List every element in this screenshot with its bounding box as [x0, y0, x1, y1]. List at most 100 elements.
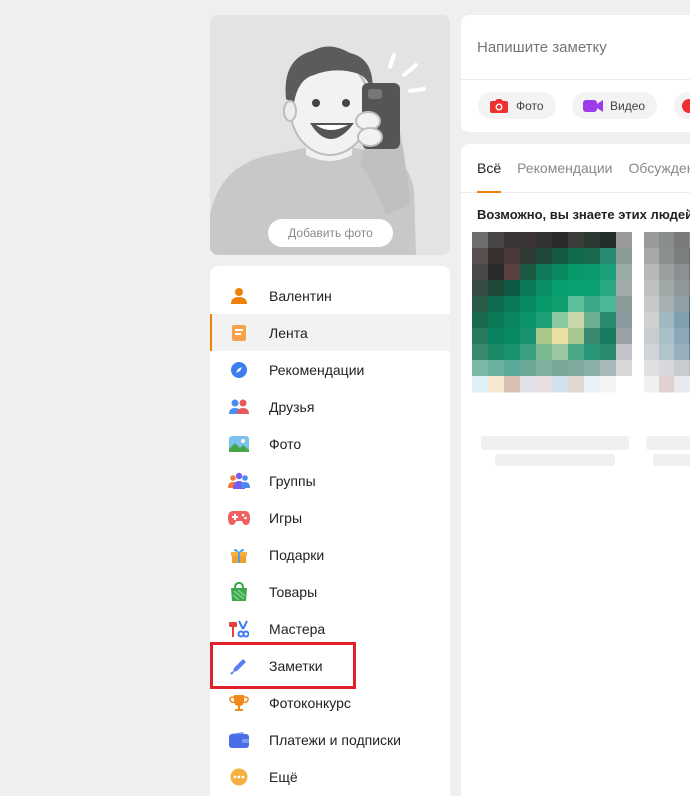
- sidebar-item-games[interactable]: Игры: [210, 499, 450, 536]
- sidebar-item-more[interactable]: Ещё: [210, 758, 450, 795]
- mosaic-tile: [674, 312, 690, 329]
- mosaic-tile: [552, 264, 569, 281]
- mosaic-tile: [504, 296, 521, 313]
- mosaic-tile: [520, 360, 537, 377]
- mosaic-tile: [644, 344, 660, 361]
- more-actions-button[interactable]: [674, 92, 690, 119]
- mosaic-tile: [659, 328, 675, 345]
- mosaic-tile: [536, 328, 553, 345]
- sidebar-item-photos[interactable]: Фото: [210, 425, 450, 462]
- mosaic-tile: [472, 376, 489, 393]
- wallet-icon: [228, 729, 250, 751]
- mosaic-tile: [568, 360, 585, 377]
- tab-all[interactable]: Всё: [477, 144, 502, 193]
- sidebar-item-goods[interactable]: Товары: [210, 573, 450, 610]
- sidebar-item-label: Мастера: [269, 620, 326, 637]
- mosaic-tile: [520, 232, 537, 249]
- mosaic-tile: [472, 280, 489, 297]
- mosaic-tile: [568, 296, 585, 313]
- sidebar-item-label: Рекомендации: [269, 361, 365, 378]
- mosaic-tile: [472, 248, 489, 265]
- mosaic-tile: [659, 376, 675, 393]
- tab-discussions[interactable]: Обсуждения: [628, 144, 690, 192]
- more-actions-icon: [682, 98, 690, 113]
- tab-recommendations[interactable]: Рекомендации: [517, 144, 612, 192]
- sidebar-item-friends[interactable]: Друзья: [210, 388, 450, 425]
- mosaic-tile: [552, 232, 569, 249]
- sidebar-item-feed[interactable]: Лента: [210, 314, 450, 351]
- sidebar-item-label: Товары: [269, 583, 318, 600]
- mosaic-tile: [659, 264, 675, 281]
- mosaic-tile: [472, 264, 489, 281]
- suggested-person-photo[interactable]: [472, 232, 632, 422]
- sidebar-item-groups[interactable]: Группы: [210, 462, 450, 499]
- camera-icon: [488, 98, 510, 114]
- suggested-person-name: [646, 436, 690, 450]
- add-photo-button[interactable]: Добавить фото: [268, 219, 393, 247]
- sidebar-item-notes[interactable]: Заметки: [210, 647, 450, 684]
- mosaic-tile: [488, 296, 505, 313]
- mosaic-tile: [488, 344, 505, 361]
- mosaic-tile: [504, 312, 521, 329]
- sidebar-item-profile[interactable]: Валентин: [210, 277, 450, 314]
- mosaic-tile: [659, 248, 675, 265]
- mosaic-tile: [674, 296, 690, 313]
- mosaic-tile: [616, 232, 632, 249]
- mosaic-tile: [504, 248, 521, 265]
- mosaic-tile: [568, 312, 585, 329]
- mosaic-tile: [568, 264, 585, 281]
- mosaic-tile: [644, 296, 660, 313]
- sidebar-item-recommendations[interactable]: Рекомендации: [210, 351, 450, 388]
- sidebar-item-gifts[interactable]: Подарки: [210, 536, 450, 573]
- mosaic-tile: [488, 360, 505, 377]
- mosaic-tile: [504, 280, 521, 297]
- mosaic-tile: [536, 344, 553, 361]
- mosaic-tile: [584, 360, 601, 377]
- mosaic-tile: [644, 360, 660, 377]
- note-input[interactable]: [461, 15, 690, 79]
- sidebar-item-masters[interactable]: Мастера: [210, 610, 450, 647]
- mosaic-tile: [600, 280, 617, 297]
- mosaic-tile: [616, 344, 632, 361]
- photo-button[interactable]: Фото: [478, 92, 556, 119]
- mosaic-tile: [584, 376, 601, 393]
- sidebar-item-label: Валентин: [269, 287, 332, 304]
- user-icon: [228, 285, 250, 307]
- mosaic-tile: [674, 280, 690, 297]
- mosaic-tile: [644, 264, 660, 281]
- mosaic-tile: [504, 328, 521, 345]
- mosaic-tile: [568, 328, 585, 345]
- mosaic-tile: [584, 344, 601, 361]
- suggested-person-photo[interactable]: [644, 232, 690, 422]
- video-button[interactable]: Видео: [572, 92, 658, 119]
- mosaic-tile: [472, 344, 489, 361]
- mosaic-tile: [488, 264, 505, 281]
- mosaic-tile: [616, 296, 632, 313]
- mosaic-tile: [536, 296, 553, 313]
- sidebar-item-payments[interactable]: Платежи и подписки: [210, 721, 450, 758]
- suggested-person-name: [481, 436, 629, 450]
- mosaic-tile: [674, 360, 690, 377]
- feed-panel: Всё Рекомендации Обсуждения Возможно, вы…: [461, 144, 690, 796]
- mosaic-tile: [674, 344, 690, 361]
- mosaic-tile: [520, 376, 537, 393]
- mosaic-tile: [644, 232, 660, 249]
- mosaic-tile: [584, 248, 601, 265]
- mosaic-tile: [659, 232, 675, 249]
- mosaic-tile: [488, 312, 505, 329]
- mosaic-tile: [552, 312, 569, 329]
- tools-icon: [228, 618, 250, 640]
- mosaic-tile: [536, 360, 553, 377]
- profile-photo-card[interactable]: Добавить фото: [210, 15, 450, 255]
- mosaic-tile: [520, 344, 537, 361]
- sidebar-item-label: Заметки: [269, 657, 323, 674]
- mosaic-tile: [600, 376, 617, 393]
- mosaic-tile: [552, 248, 569, 265]
- sidebar-item-photo-contest[interactable]: Фотоконкурс: [210, 684, 450, 721]
- mosaic-tile: [488, 376, 505, 393]
- trophy-icon: [228, 692, 250, 714]
- photo-button-label: Фото: [516, 98, 544, 113]
- mosaic-tile: [520, 296, 537, 313]
- sidebar-menu: Валентин Лента Рекомендации Друзья Фото …: [210, 266, 450, 796]
- mosaic-tile: [600, 296, 617, 313]
